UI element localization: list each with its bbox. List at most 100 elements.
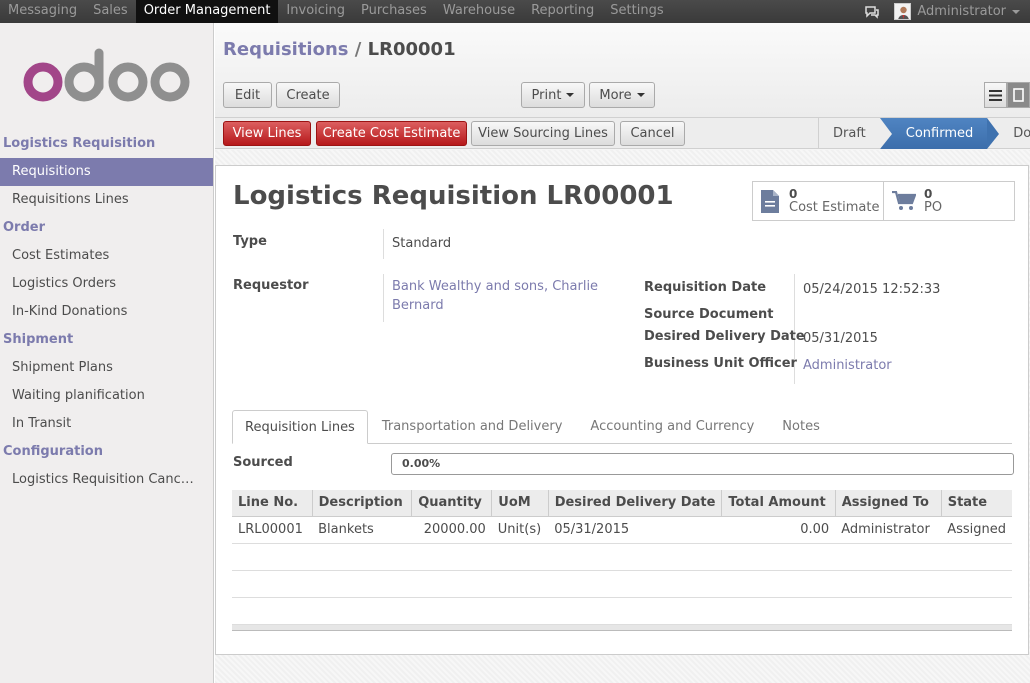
requestor-link[interactable]: Bank Wealthy and sons, Charlie Bernard [383,274,603,322]
cell-description: Blankets [312,516,412,544]
more-button[interactable]: More [589,82,655,108]
menu-settings[interactable]: Settings [602,0,671,23]
form-background: Logistics Requisition LR00001 0 Cost Est… [215,150,1030,683]
sourced-label: Sourced [233,455,293,470]
tab-notes[interactable]: Notes [768,410,834,443]
sidebar-item-requisitions-lines[interactable]: Requisitions Lines [0,186,213,214]
col-state[interactable]: State [941,490,1012,517]
sidebar-item-logistics-orders[interactable]: Logistics Orders [0,270,213,298]
main-content: Requisitions / LR00001 Edit Create Print… [215,23,1030,683]
top-right-area: Administrator [864,0,1030,23]
stage-confirmed[interactable]: Confirmed [879,118,999,149]
menu-purchases[interactable]: Purchases [353,0,435,23]
cell-quantity: 20000.00 [411,516,492,544]
menu-order-management[interactable]: Order Management [135,0,279,23]
avatar [894,3,912,20]
col-desired-delivery-date[interactable]: Desired Delivery Date [548,490,723,517]
cell-state: Assigned [941,516,1012,544]
po-stat-button[interactable]: 0 PO [883,182,1014,220]
section-shipment: Shipment [3,332,74,347]
sidebar-item-waiting-planification[interactable]: Waiting planification [0,382,213,410]
sidebar-item-in-kind-donations[interactable]: In-Kind Donations [0,298,213,326]
sidebar-item-requisition-cancel-reasons[interactable]: Logistics Requisition Canc… [0,466,213,494]
user-menu[interactable]: Administrator [894,3,1020,20]
top-menu: Messaging Sales Order Management Invoici… [0,0,672,23]
view-sourcing-lines-button[interactable]: View Sourcing Lines [471,121,615,146]
sourced-progress-text: 0.00% [402,457,441,470]
cost-estimate-count: 0 [789,187,798,201]
business-unit-officer-link[interactable]: Administrator [803,358,892,373]
empty-row [232,597,1012,625]
po-label: PO [924,200,943,215]
breadcrumb-parent[interactable]: Requisitions [223,39,349,60]
breadcrumb: Requisitions / LR00001 [223,39,456,60]
tab-transportation-delivery[interactable]: Transportation and Delivery [368,410,577,443]
form-sheet: Logistics Requisition LR00001 0 Cost Est… [215,165,1029,655]
caret-down-icon [566,93,575,97]
stage-draft[interactable]: Draft [818,118,880,149]
cancel-button[interactable]: Cancel [620,121,685,146]
cell-assigned-to: Administrator [835,516,942,544]
edit-button[interactable]: Edit [223,82,272,108]
col-uom[interactable]: UoM [491,490,549,517]
view-lines-button[interactable]: View Lines [223,121,311,146]
menu-messaging[interactable]: Messaging [0,0,85,23]
menu-reporting[interactable]: Reporting [523,0,602,23]
requisition-date-value: 05/24/2015 12:52:33 [803,282,941,297]
smart-buttons: 0 Cost Estimate 0 PO [752,181,1015,221]
table-row[interactable]: LRL00001 Blankets 20000.00 Unit(s) 05/31… [232,516,1012,544]
cell-line-no: LRL00001 [232,516,313,544]
table-footer [232,623,1012,631]
menu-sales[interactable]: Sales [85,0,136,23]
breadcrumb-current: LR00001 [367,39,456,60]
chevron-down-icon [1012,9,1020,14]
form-view-icon[interactable] [1007,82,1030,108]
odoo-logo[interactable] [0,23,213,130]
sidebar: Logistics Requisition Requisitions Requi… [0,23,214,683]
business-unit-officer-label: Business Unit Officer [644,356,797,371]
cell-uom: Unit(s) [491,516,549,544]
section-configuration: Configuration [3,444,103,459]
sidebar-item-requisitions[interactable]: Requisitions [0,158,213,186]
view-switcher [984,82,1030,108]
print-button[interactable]: Print [521,82,585,108]
cell-desired-delivery-date: 05/31/2015 [548,516,722,544]
sidebar-item-in-transit[interactable]: In Transit [0,410,213,438]
print-label: Print [531,87,562,103]
tab-accounting-currency[interactable]: Accounting and Currency [576,410,768,443]
logo-image [23,48,189,101]
type-label: Type [233,234,267,249]
create-cost-estimate-button[interactable]: Create Cost Estimate [316,121,467,146]
table-header-row: Line No. Description Quantity UoM Desire… [232,490,1012,517]
top-navbar: Messaging Sales Order Management Invoici… [0,0,1030,23]
desired-delivery-date-value: 05/31/2015 [803,331,878,346]
col-line-no[interactable]: Line No. [232,490,313,517]
tab-requisition-lines[interactable]: Requisition Lines [232,410,368,444]
col-assigned-to[interactable]: Assigned To [835,490,942,517]
record-title: Logistics Requisition LR00001 [233,181,674,211]
col-description[interactable]: Description [312,490,413,517]
chat-icon[interactable] [864,4,880,20]
create-button[interactable]: Create [276,82,340,108]
col-quantity[interactable]: Quantity [411,490,493,517]
po-count: 0 [924,187,933,201]
type-value: Standard [383,229,583,259]
col-total-amount[interactable]: Total Amount [721,490,836,517]
section-order: Order [3,220,45,235]
cart-icon [892,191,916,211]
sidebar-item-cost-estimates[interactable]: Cost Estimates [0,242,213,270]
document-icon [761,189,779,213]
sidebar-item-shipment-plans[interactable]: Shipment Plans [0,354,213,382]
menu-invoicing[interactable]: Invoicing [278,0,353,23]
empty-row [232,570,1012,598]
requisition-lines-table: Line No. Description Quantity UoM Desire… [232,490,1012,631]
requisition-date-label: Requisition Date [644,280,767,295]
empty-row [232,543,1012,571]
desired-delivery-date-label: Desired Delivery Date [644,329,805,344]
requestor-label: Requestor [233,278,309,293]
status-stages: Draft Confirmed Done [818,118,1030,149]
cell-total-amount: 0.00 [721,516,836,544]
menu-warehouse[interactable]: Warehouse [435,0,523,23]
list-view-icon[interactable] [984,82,1007,108]
cost-estimate-stat-button[interactable]: 0 Cost Estimate [753,182,883,220]
